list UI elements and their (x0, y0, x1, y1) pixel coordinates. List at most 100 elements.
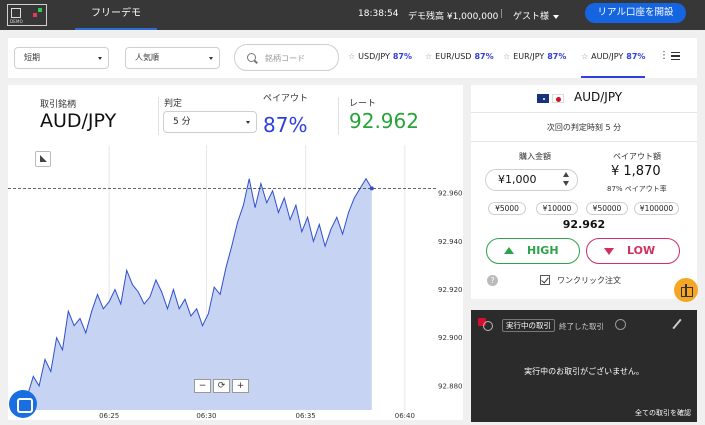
free-demo-tab[interactable]: フリーデモ (75, 0, 157, 30)
y-tick-label: 92.940 (438, 238, 463, 246)
favorite-eur-jpy[interactable]: ☆ EUR/JPY 87% (503, 38, 566, 78)
stepper-down-icon[interactable] (563, 181, 569, 186)
trade-pair-title: AUD/JPY (574, 90, 623, 104)
zoom-tool-icon[interactable] (35, 151, 51, 167)
pen-icon[interactable] (671, 318, 683, 330)
tab-closed-orders[interactable]: 終了した取引 (559, 321, 604, 332)
star-icon: ☆ (503, 52, 511, 61)
help-icon[interactable]: ? (487, 275, 498, 286)
divider (158, 97, 159, 135)
orders-panel: 実行中の取引 終了した取引 実行中のお取引がございません。 全ての取引を確認 (471, 310, 697, 422)
chat-icon[interactable] (9, 390, 37, 418)
symbol-label: 取引銘柄 (40, 100, 77, 110)
sort-select-value: 人気順 (135, 53, 159, 62)
logo-demo-text: DEMO (10, 19, 24, 24)
guest-label: ゲスト様 (513, 12, 550, 22)
amount-stepper[interactable] (562, 171, 572, 189)
trade-rate: 92.962 (562, 218, 606, 231)
divider (338, 97, 339, 135)
top-bar: DEMO フリーデモ 18:38:54 デモ残高 ¥1,000,000 | ゲス… (0, 0, 705, 30)
amount-chip-100000[interactable]: ¥100000 (634, 202, 679, 215)
logo-square (11, 8, 21, 18)
tab-active-orders[interactable]: 実行中の取引 (502, 319, 555, 332)
separator: | (500, 9, 504, 19)
payout-amount: ¥ 1,870 (611, 164, 661, 179)
x-tick-label: 06:25 (99, 412, 119, 420)
judgement-label: 判定 (164, 99, 183, 109)
payout-rate: 87% ペイアウト率 (607, 185, 667, 193)
open-real-account-button[interactable]: リアル口座を開設 (585, 3, 686, 23)
period-select-value: 短期 (24, 53, 40, 62)
external-link-icon[interactable] (615, 319, 626, 330)
current-rate-marker (369, 186, 374, 191)
logo-red-dot (33, 13, 37, 17)
search-input[interactable] (265, 51, 335, 65)
all-orders-link[interactable]: 全ての取引を確認 (635, 408, 691, 418)
high-label: HIGH (527, 244, 559, 257)
clock: 18:38:54 (358, 9, 399, 19)
guest-menu[interactable]: ゲスト様 (513, 9, 560, 22)
favorite-payout: 87% (474, 52, 494, 61)
one-click-checkbox[interactable] (540, 275, 550, 285)
y-tick-label: 92.880 (438, 382, 463, 390)
favorite-eur-usd[interactable]: ☆ EUR/USD 87% (425, 38, 494, 78)
orders-logo-icon (478, 318, 496, 332)
zoom-out-button[interactable]: − (194, 379, 211, 393)
y-tick-label: 92.900 (438, 334, 463, 342)
more-options-icon[interactable]: ⋮ (659, 50, 669, 61)
judgement-select-value: 5 分 (173, 117, 191, 127)
empty-orders-message: 実行中のお取引がございません。 (524, 367, 644, 376)
australia-flag-icon (537, 94, 549, 103)
amount-chip-10000[interactable]: ¥10000 (536, 202, 578, 215)
japan-flag-icon (552, 94, 564, 103)
high-button[interactable]: HIGH (486, 238, 580, 264)
favorite-usd-jpy[interactable]: ☆ USD/JPY 87% (348, 38, 412, 78)
favorite-aud-jpy[interactable]: ☆ AUD/JPY 87% (581, 38, 646, 78)
low-label: LOW (627, 244, 656, 257)
sort-select[interactable]: 人気順 (125, 47, 220, 69)
chevron-down-icon (246, 121, 250, 124)
star-icon: ☆ (425, 52, 433, 61)
chevron-down-icon (553, 14, 560, 19)
orders-logo-ring (483, 321, 493, 331)
stepper-up-icon[interactable] (563, 172, 569, 177)
x-tick-label: 06:30 (196, 412, 216, 420)
arrow-down-icon (604, 248, 614, 255)
chevron-down-icon (98, 57, 102, 60)
price-area (27, 178, 372, 410)
favorite-pair: EUR/JPY (513, 52, 545, 61)
zoom-reset-button[interactable]: ⟳ (213, 379, 230, 393)
gift-icon[interactable] (674, 278, 698, 302)
low-button[interactable]: LOW (586, 238, 680, 264)
star-icon: ☆ (581, 52, 589, 61)
amount-chip-5000[interactable]: ¥5000 (488, 202, 526, 215)
period-select[interactable]: 短期 (14, 47, 109, 69)
payout-label: ペイアウト (263, 94, 309, 104)
demo-balance: デモ残高 ¥1,000,000 (408, 12, 499, 22)
next-judgement-time: 次回の判定時刻 5 分 (546, 123, 622, 132)
favorite-payout: 87% (547, 52, 567, 61)
trade-panel: AUD/JPY 次回の判定時刻 5 分 購入金額 ペイアウト額 ¥1,000 ¥… (471, 85, 697, 299)
payout-value: 87% (263, 113, 308, 137)
amount-label: 購入金額 (519, 152, 551, 161)
rate-label: レート (349, 99, 377, 109)
x-tick-label: 06:40 (395, 412, 415, 420)
y-tick-label: 92.960 (438, 190, 463, 198)
menu-icon[interactable] (671, 52, 680, 60)
star-icon: ☆ (348, 52, 356, 61)
favorite-pair: EUR/USD (435, 52, 472, 61)
logo[interactable]: DEMO (7, 4, 47, 26)
chart-panel: 取引銘柄 AUD/JPY 判定 5 分 ペイアウト 87% レート 92.962… (8, 85, 463, 420)
x-tick-label: 06:35 (296, 412, 316, 420)
favorite-payout: 87% (626, 52, 646, 61)
search-box (234, 44, 339, 71)
zoom-in-button[interactable]: + (232, 379, 249, 393)
filter-bar: 短期 人気順 ☆USD/JPY87% ☆EUR/USD87% ☆EUR/JPY8… (8, 38, 697, 78)
amount-chip-50000[interactable]: ¥50000 (586, 202, 628, 215)
symbol-value: AUD/JPY (40, 110, 117, 132)
judgement-select[interactable]: 5 分 (163, 111, 257, 133)
zoom-controls: − ⟳ + (194, 379, 251, 394)
logo-green-dot (38, 8, 42, 12)
divider (471, 141, 697, 142)
divider (471, 112, 697, 113)
